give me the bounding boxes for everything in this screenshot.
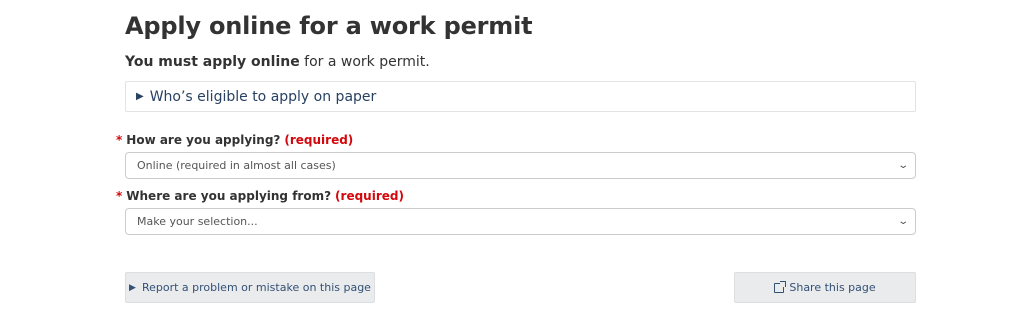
share-page-label: Share this page	[789, 281, 876, 294]
triangle-right-icon: ▶	[136, 91, 144, 102]
how-applying-value: Online (required in almost all cases)	[137, 159, 336, 172]
triangle-right-icon: ▶	[129, 282, 136, 293]
report-problem-label: Report a problem or mistake on this page	[141, 281, 371, 294]
lead-strong: You must apply online	[125, 54, 300, 70]
how-applying-label: * How are you applying? (required)	[116, 133, 353, 147]
lead-rest: for a work permit.	[299, 54, 430, 70]
required-text: (required)	[335, 189, 404, 203]
where-applying-value: Make your selection...	[137, 215, 258, 228]
page-title: Apply online for a work permit	[125, 12, 533, 40]
report-problem-button[interactable]: ▶ Report a problem or mistake on this pa…	[125, 272, 375, 303]
how-applying-text: How are you applying?	[126, 133, 281, 147]
chevron-down-icon: ⌄	[896, 160, 909, 171]
where-applying-select[interactable]: Make your selection... ⌄	[125, 208, 916, 235]
details-summary[interactable]: Who’s eligible to apply on paper	[150, 89, 377, 105]
chevron-down-icon: ⌄	[896, 216, 909, 227]
share-icon	[774, 280, 787, 293]
required-text: (required)	[284, 133, 354, 147]
lead-text: You must apply online for a work permit.	[125, 54, 430, 70]
eligibility-details[interactable]: ▶ Who’s eligible to apply on paper	[125, 81, 916, 112]
where-applying-label: * Where are you applying from? (required)	[116, 189, 404, 203]
share-page-button[interactable]: Share this page	[734, 272, 916, 303]
how-applying-select[interactable]: Online (required in almost all cases) ⌄	[125, 152, 916, 179]
required-star: *	[116, 133, 123, 147]
required-star: *	[116, 189, 123, 203]
where-applying-text: Where are you applying from?	[126, 189, 332, 203]
